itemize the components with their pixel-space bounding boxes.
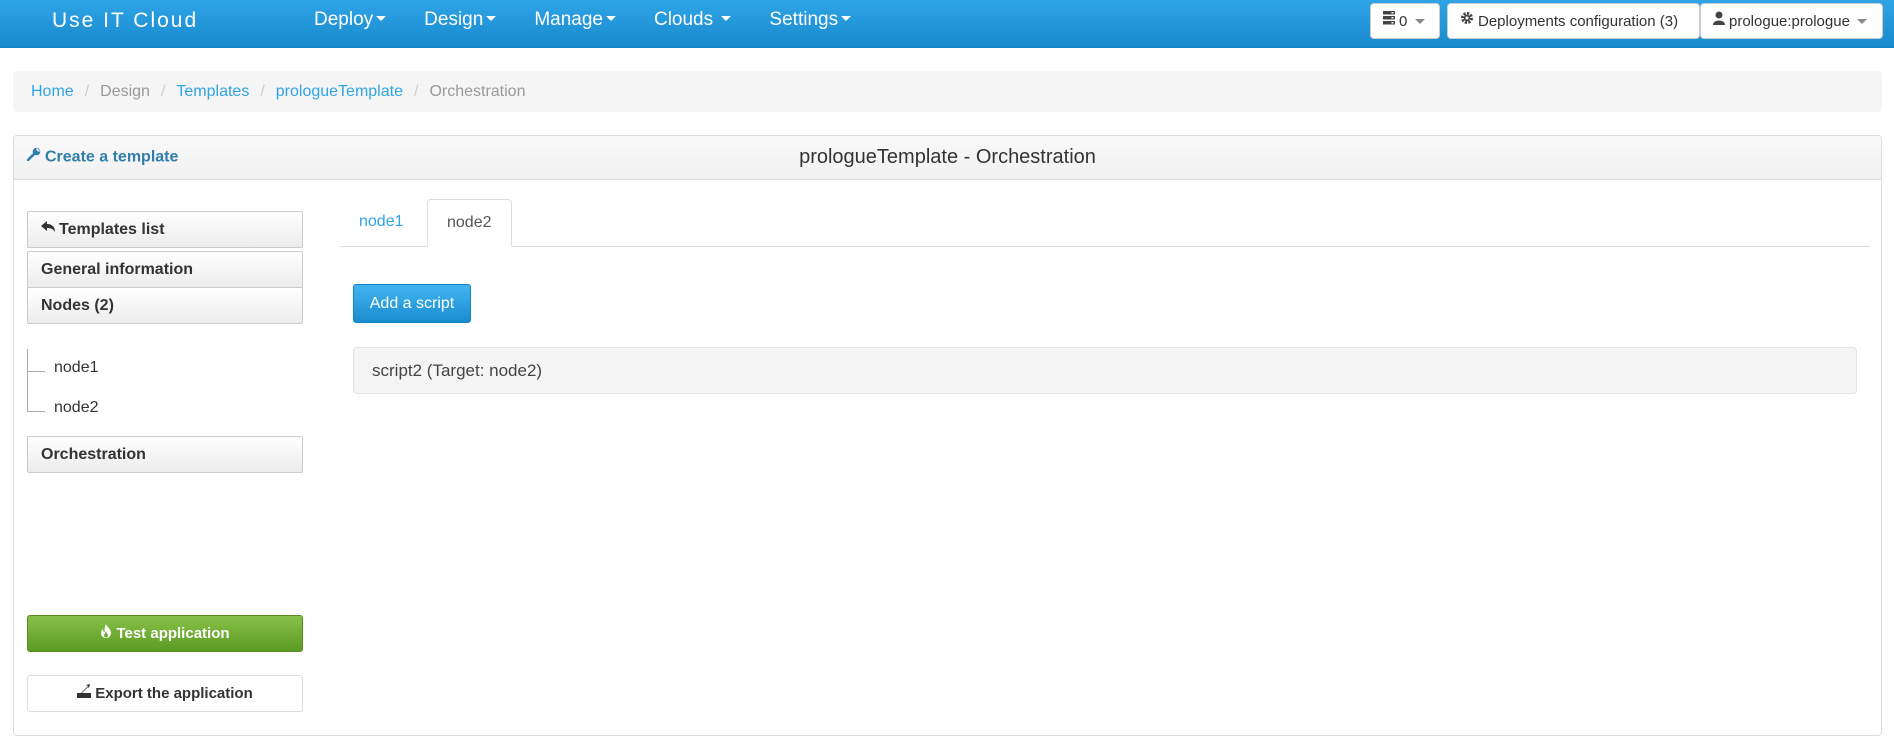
breadcrumb-separator: / [84, 83, 90, 100]
user-menu-button[interactable]: prologue:prologue [1700, 3, 1883, 39]
deployments-configuration-label: Deployments configuration (3) [1478, 13, 1679, 30]
breadcrumb-design: Design [100, 83, 150, 100]
node-tabs: node1 node2 [340, 199, 1870, 247]
menu-settings[interactable]: Settings [769, 0, 852, 40]
deployments-configuration-button[interactable]: Deployments configuration (3) [1447, 3, 1700, 39]
server-stack-icon [1383, 3, 1395, 39]
gear-icon [1460, 3, 1474, 39]
menu-manage-label: Manage [534, 9, 603, 30]
caret-down-icon [841, 16, 852, 22]
orchestration-label: Orchestration [41, 446, 146, 463]
nodes-label: Nodes (2) [41, 297, 114, 314]
templates-list-button[interactable]: Templates list [27, 211, 303, 248]
breadcrumb-separator: / [413, 83, 419, 100]
caret-down-icon [486, 16, 497, 22]
caret-down-icon [721, 16, 732, 22]
export-icon [77, 676, 92, 711]
caret-down-icon [605, 16, 616, 22]
fire-icon [100, 616, 112, 651]
breadcrumb-template-name[interactable]: prologueTemplate [276, 83, 403, 100]
menu-design[interactable]: Design [424, 0, 497, 40]
menu-clouds[interactable]: Clouds [653, 0, 732, 40]
reply-arrow-icon [41, 211, 55, 246]
tab-node2[interactable]: node2 [427, 199, 512, 247]
tree-line [27, 349, 28, 411]
menu-deploy-label: Deploy [314, 9, 374, 30]
export-application-label: Export the application [95, 685, 253, 702]
caret-down-icon [376, 16, 387, 22]
caret-down-icon [1857, 18, 1868, 24]
test-application-label: Test application [116, 625, 230, 642]
servers-count: 0 [1399, 13, 1408, 30]
test-application-button[interactable]: Test application [27, 615, 303, 652]
templates-list-label: Templates list [59, 221, 165, 238]
tab-node1[interactable]: node1 [340, 199, 423, 247]
breadcrumb-home[interactable]: Home [31, 83, 74, 100]
menu-manage[interactable]: Manage [534, 0, 616, 40]
user-name: prologue:prologue [1729, 13, 1850, 30]
menu-settings-label: Settings [769, 9, 839, 30]
breadcrumb-current: Orchestration [429, 83, 526, 100]
tree-branch [27, 371, 45, 372]
script-list-item[interactable]: script2 (Target: node2) [353, 347, 1857, 394]
caret-down-icon [1414, 18, 1425, 24]
page-title: prologueTemplate - Orchestration [799, 146, 1096, 168]
nodes-tree: node1 node2 [27, 349, 303, 433]
general-information-label: General information [41, 261, 194, 278]
servers-dropdown-button[interactable]: 0 [1370, 3, 1440, 39]
main-menu: Deploy Design Manage Clouds Settings [314, 0, 889, 47]
top-navbar: Use IT Cloud Deploy Design Manage Clouds… [0, 0, 1894, 48]
nodes-button[interactable]: Nodes (2) [27, 287, 303, 324]
user-icon [1713, 3, 1725, 39]
menu-deploy[interactable]: Deploy [314, 0, 387, 40]
orchestration-button[interactable]: Orchestration [27, 436, 303, 473]
sidebar-node-item[interactable]: node2 [54, 399, 99, 417]
breadcrumb-templates[interactable]: Templates [176, 83, 249, 100]
tree-branch [27, 411, 45, 412]
breadcrumb: Home / Design / Templates / prologueTemplate / O… [13, 71, 1882, 112]
add-script-button[interactable]: Add a script [353, 284, 471, 323]
breadcrumb-separator: / [160, 83, 166, 100]
sidebar-node-item[interactable]: node1 [54, 359, 99, 377]
template-panel: Create a template prologueTemplate - Orc… [13, 135, 1882, 736]
panel-heading: Create a template prologueTemplate - Orc… [14, 136, 1881, 180]
breadcrumb-separator: / [260, 83, 265, 100]
general-information-button[interactable]: General information [27, 251, 303, 288]
menu-clouds-label: Clouds [653, 9, 714, 30]
brand-logo[interactable]: Use IT Cloud [52, 9, 198, 33]
export-application-button[interactable]: Export the application [27, 675, 303, 712]
menu-design-label: Design [424, 9, 484, 30]
